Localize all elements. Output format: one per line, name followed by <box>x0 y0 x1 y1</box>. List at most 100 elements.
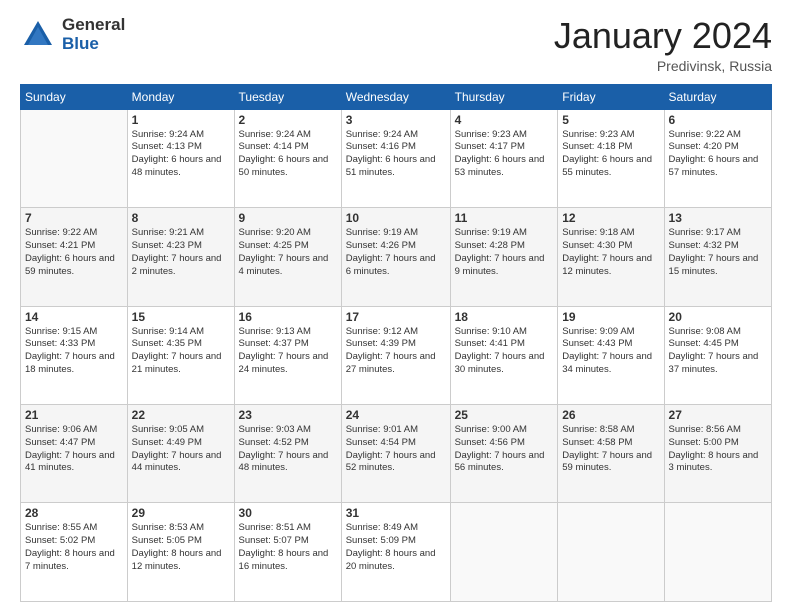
calendar-day-cell: 5Sunrise: 9:23 AMSunset: 4:18 PMDaylight… <box>558 109 664 207</box>
calendar-day-cell: 11 Sunrise: 9:19 AMSunset: 4:28 PMDayligh… <box>450 208 558 306</box>
logo-icon <box>20 17 56 53</box>
calendar-day-cell: 26 Sunrise: 8:58 AMSunset: 4:58 PMDayligh… <box>558 405 664 503</box>
day-content: Sunrise: 9:09 AMSunset: 4:43 PMDaylight:… <box>562 326 659 377</box>
calendar-day-cell <box>664 503 771 602</box>
title-location: Predivinsk, Russia <box>554 58 772 74</box>
day-number: 2 <box>239 113 337 127</box>
calendar-day-cell: 20Sunrise: 9:08 AMSunset: 4:45 PMDayligh… <box>664 306 771 404</box>
day-content: Sunrise: 9:13 AMSunset: 4:37 PMDaylight:… <box>239 326 337 377</box>
day-number: 28 <box>25 506 123 520</box>
calendar-day-cell: 30 Sunrise: 8:51 AMSunset: 5:07 PMDayligh… <box>234 503 341 602</box>
calendar-day-cell <box>450 503 558 602</box>
calendar-week-row: 14 Sunrise: 9:15 AMSunset: 4:33 PMDayligh… <box>21 306 772 404</box>
weekday-header: Wednesday <box>341 84 450 109</box>
day-number: 6 <box>669 113 767 127</box>
day-content: Sunrise: 9:24 AMSunset: 4:14 PMDaylight:… <box>239 129 337 180</box>
calendar-day-cell: 18 Sunrise: 9:10 AMSunset: 4:41 PMDayligh… <box>450 306 558 404</box>
calendar-day-cell: 27 Sunrise: 8:56 AMSunset: 5:00 PMDayligh… <box>664 405 771 503</box>
calendar-day-cell: 25Sunrise: 9:00 AMSunset: 4:56 PMDayligh… <box>450 405 558 503</box>
day-number: 1 <box>132 113 230 127</box>
calendar-day-cell: 31Sunrise: 8:49 AMSunset: 5:09 PMDayligh… <box>341 503 450 602</box>
calendar-day-cell: 12 Sunrise: 9:18 AMSunset: 4:30 PMDayligh… <box>558 208 664 306</box>
day-number: 25 <box>455 408 554 422</box>
calendar-day-cell: 21 Sunrise: 9:06 AMSunset: 4:47 PMDayligh… <box>21 405 128 503</box>
day-number: 24 <box>346 408 446 422</box>
day-content: Sunrise: 9:15 AMSunset: 4:33 PMDaylight:… <box>25 326 123 377</box>
calendar-day-cell: 17Sunrise: 9:12 AMSunset: 4:39 PMDayligh… <box>341 306 450 404</box>
day-number: 4 <box>455 113 554 127</box>
calendar-day-cell: 29 Sunrise: 8:53 AMSunset: 5:05 PMDayligh… <box>127 503 234 602</box>
day-content: Sunrise: 9:05 AMSunset: 4:49 PMDaylight:… <box>132 424 230 475</box>
page: General Blue January 2024 Predivinsk, Ru… <box>0 0 792 612</box>
day-number: 26 <box>562 408 659 422</box>
calendar-day-cell: 24 Sunrise: 9:01 AMSunset: 4:54 PMDayligh… <box>341 405 450 503</box>
calendar-day-cell: 15 Sunrise: 9:14 AMSunset: 4:35 PMDayligh… <box>127 306 234 404</box>
weekday-header: Saturday <box>664 84 771 109</box>
day-number: 31 <box>346 506 446 520</box>
day-content: Sunrise: 8:56 AMSunset: 5:00 PMDaylight:… <box>669 424 767 475</box>
day-number: 29 <box>132 506 230 520</box>
day-content: Sunrise: 9:12 AMSunset: 4:39 PMDaylight:… <box>346 326 446 377</box>
day-number: 14 <box>25 310 123 324</box>
day-number: 23 <box>239 408 337 422</box>
day-number: 12 <box>562 211 659 225</box>
day-content: Sunrise: 9:06 AMSunset: 4:47 PMDaylight:… <box>25 424 123 475</box>
day-content: Sunrise: 8:58 AMSunset: 4:58 PMDaylight:… <box>562 424 659 475</box>
calendar-table: SundayMondayTuesdayWednesdayThursdayFrid… <box>20 84 772 602</box>
weekday-header: Monday <box>127 84 234 109</box>
day-content: Sunrise: 9:17 AMSunset: 4:32 PMDaylight:… <box>669 227 767 278</box>
logo-general: General <box>62 16 125 35</box>
day-content: Sunrise: 9:19 AMSunset: 4:28 PMDaylight:… <box>455 227 554 278</box>
day-content: Sunrise: 8:53 AMSunset: 5:05 PMDaylight:… <box>132 522 230 573</box>
weekday-header: Sunday <box>21 84 128 109</box>
weekday-header: Tuesday <box>234 84 341 109</box>
calendar-day-cell: 23 Sunrise: 9:03 AMSunset: 4:52 PMDayligh… <box>234 405 341 503</box>
day-number: 20 <box>669 310 767 324</box>
weekday-header: Friday <box>558 84 664 109</box>
day-number: 3 <box>346 113 446 127</box>
logo: General Blue <box>20 16 125 53</box>
day-content: Sunrise: 9:18 AMSunset: 4:30 PMDaylight:… <box>562 227 659 278</box>
day-number: 11 <box>455 211 554 225</box>
day-number: 15 <box>132 310 230 324</box>
day-content: Sunrise: 9:22 AMSunset: 4:21 PMDaylight:… <box>25 227 123 278</box>
day-content: Sunrise: 9:03 AMSunset: 4:52 PMDaylight:… <box>239 424 337 475</box>
day-number: 18 <box>455 310 554 324</box>
calendar-day-cell: 28 Sunrise: 8:55 AMSunset: 5:02 PMDayligh… <box>21 503 128 602</box>
calendar-day-cell: 22 Sunrise: 9:05 AMSunset: 4:49 PMDayligh… <box>127 405 234 503</box>
day-number: 22 <box>132 408 230 422</box>
day-number: 8 <box>132 211 230 225</box>
calendar-day-cell: 7Sunrise: 9:22 AMSunset: 4:21 PMDaylight… <box>21 208 128 306</box>
day-content: Sunrise: 9:22 AMSunset: 4:20 PMDaylight:… <box>669 129 767 180</box>
calendar-week-row: 1 Sunrise: 9:24 AMSunset: 4:13 PMDaylight… <box>21 109 772 207</box>
day-number: 9 <box>239 211 337 225</box>
day-number: 19 <box>562 310 659 324</box>
day-content: Sunrise: 9:20 AMSunset: 4:25 PMDaylight:… <box>239 227 337 278</box>
day-content: Sunrise: 9:21 AMSunset: 4:23 PMDaylight:… <box>132 227 230 278</box>
title-month: January 2024 <box>554 16 772 56</box>
header: General Blue January 2024 Predivinsk, Ru… <box>20 16 772 74</box>
calendar-week-row: 7Sunrise: 9:22 AMSunset: 4:21 PMDaylight… <box>21 208 772 306</box>
day-content: Sunrise: 9:14 AMSunset: 4:35 PMDaylight:… <box>132 326 230 377</box>
day-content: Sunrise: 9:23 AMSunset: 4:18 PMDaylight:… <box>562 129 659 180</box>
day-content: Sunrise: 8:51 AMSunset: 5:07 PMDaylight:… <box>239 522 337 573</box>
day-content: Sunrise: 9:10 AMSunset: 4:41 PMDaylight:… <box>455 326 554 377</box>
weekday-header: Thursday <box>450 84 558 109</box>
day-content: Sunrise: 9:24 AMSunset: 4:13 PMDaylight:… <box>132 129 230 180</box>
calendar-week-row: 28 Sunrise: 8:55 AMSunset: 5:02 PMDayligh… <box>21 503 772 602</box>
calendar-day-cell: 16Sunrise: 9:13 AMSunset: 4:37 PMDayligh… <box>234 306 341 404</box>
day-number: 30 <box>239 506 337 520</box>
calendar-day-cell: 3Sunrise: 9:24 AMSunset: 4:16 PMDaylight… <box>341 109 450 207</box>
calendar-day-cell: 6 Sunrise: 9:22 AMSunset: 4:20 PMDaylight… <box>664 109 771 207</box>
calendar-day-cell: 8 Sunrise: 9:21 AMSunset: 4:23 PMDaylight… <box>127 208 234 306</box>
day-content: Sunrise: 9:01 AMSunset: 4:54 PMDaylight:… <box>346 424 446 475</box>
day-content: Sunrise: 9:19 AMSunset: 4:26 PMDaylight:… <box>346 227 446 278</box>
day-number: 27 <box>669 408 767 422</box>
calendar-day-cell <box>21 109 128 207</box>
day-number: 21 <box>25 408 123 422</box>
day-content: Sunrise: 8:55 AMSunset: 5:02 PMDaylight:… <box>25 522 123 573</box>
title-block: January 2024 Predivinsk, Russia <box>554 16 772 74</box>
calendar-day-cell: 4Sunrise: 9:23 AMSunset: 4:17 PMDaylight… <box>450 109 558 207</box>
weekday-header-row: SundayMondayTuesdayWednesdayThursdayFrid… <box>21 84 772 109</box>
day-number: 13 <box>669 211 767 225</box>
